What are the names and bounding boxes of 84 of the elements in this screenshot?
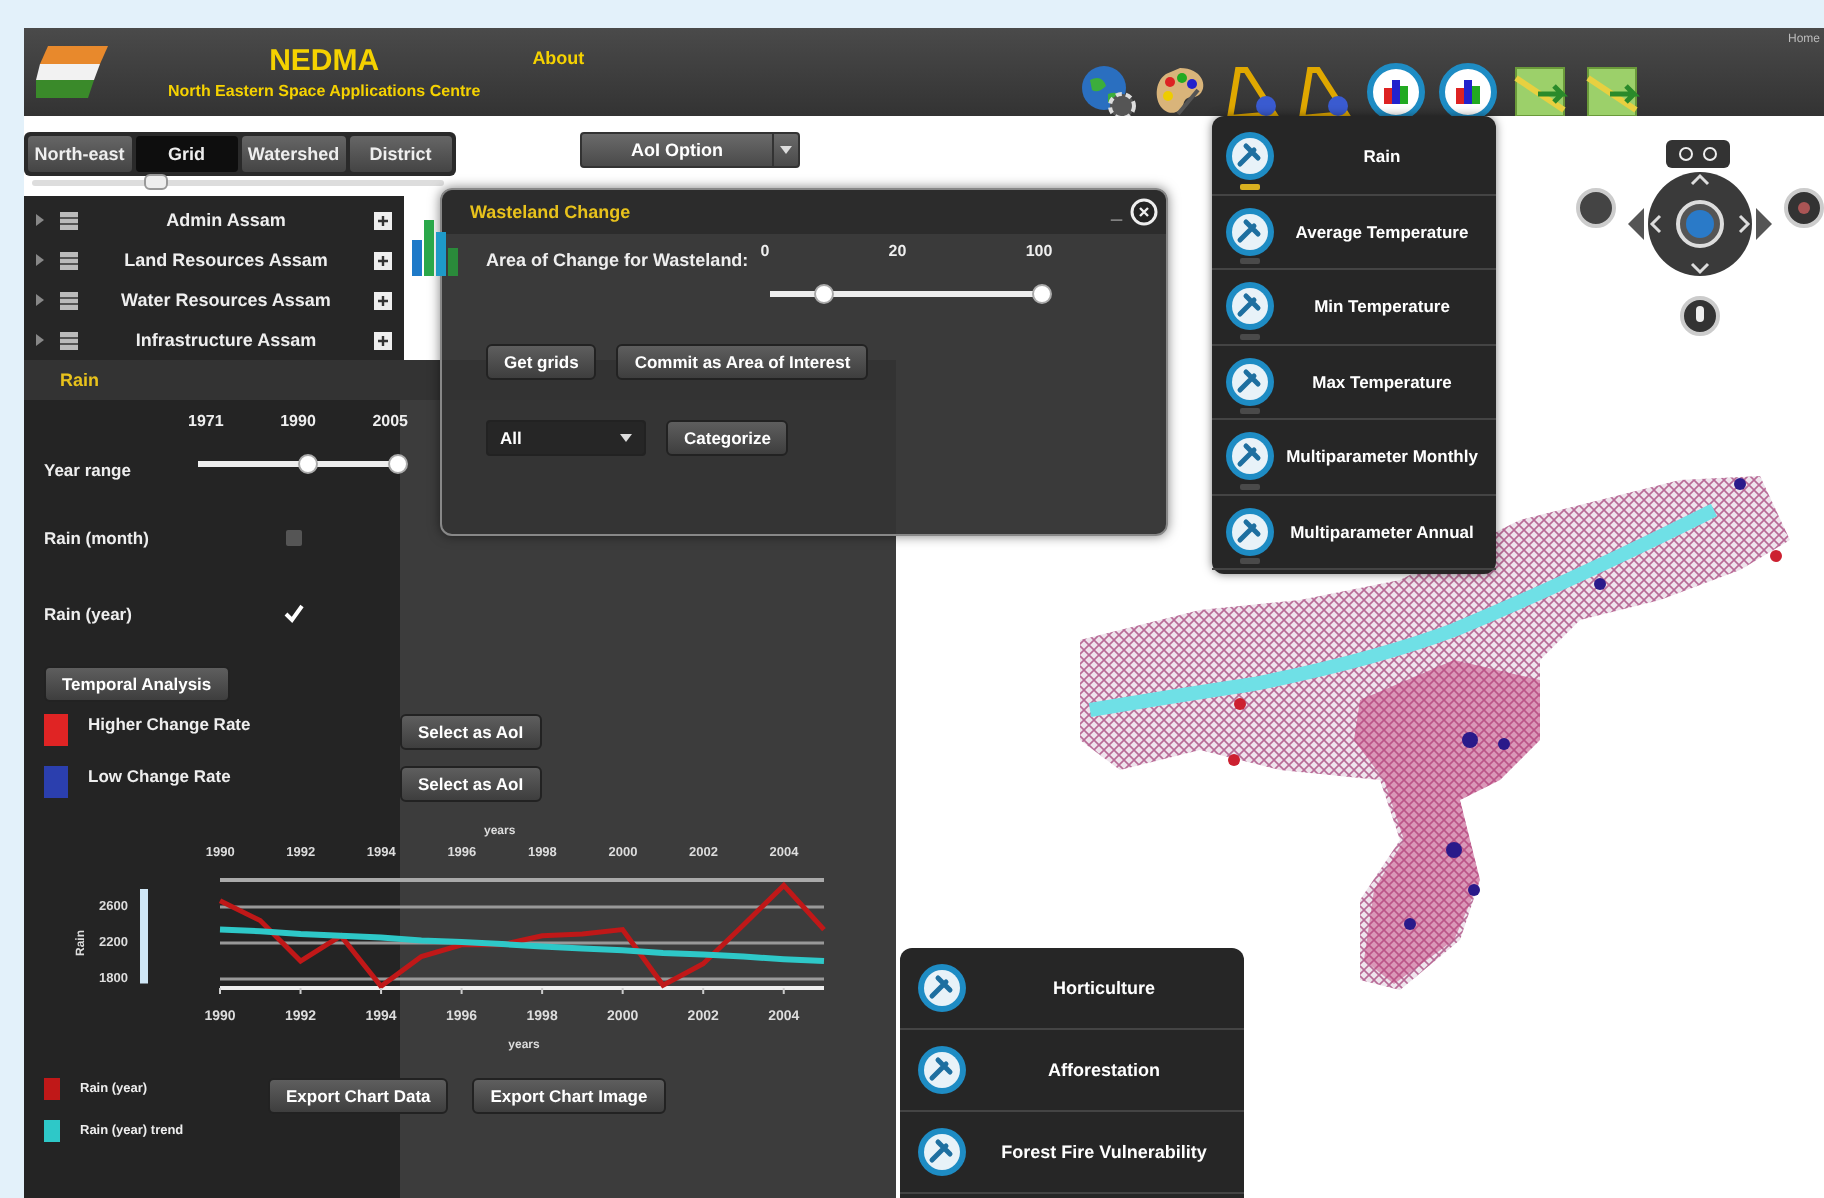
slider-tick-label: 1990 <box>280 412 316 430</box>
select-aoi-button[interactable]: Select as AoI <box>400 714 542 750</box>
layer-tab[interactable]: Watershed <box>242 136 345 172</box>
layer-tab[interactable]: North-east <box>28 136 131 172</box>
add-icon[interactable] <box>374 211 392 229</box>
menu-item[interactable]: Afforestation <box>900 1030 1244 1112</box>
app-title: NEDMA <box>269 44 380 78</box>
slider-thumb[interactable] <box>388 454 408 474</box>
caret-icon <box>620 434 632 442</box>
app-subtitle: North Eastern Space Applications Centre <box>168 82 481 100</box>
panel-title: Rain <box>60 370 102 390</box>
layer-label[interactable]: Infrastructure Assam <box>94 330 358 350</box>
tool-circle-icon <box>916 962 968 1014</box>
add-icon[interactable] <box>374 251 392 269</box>
temporal-analysis-button[interactable]: Temporal Analysis <box>44 666 230 702</box>
checkbox[interactable] <box>280 524 308 552</box>
map-icon <box>1509 62 1570 122</box>
slider-thumb[interactable] <box>143 174 168 190</box>
tab-slider[interactable] <box>32 180 444 186</box>
about-link[interactable]: About <box>532 48 585 68</box>
layer-label[interactable]: Land Resources Assam <box>94 250 358 270</box>
minimize-button[interactable]: _ <box>1102 201 1130 223</box>
menu-item[interactable]: Min Temperature <box>1212 270 1496 345</box>
slider-thumb[interactable] <box>1032 284 1053 304</box>
export-button[interactable]: Export Chart Data <box>268 1078 449 1114</box>
slider-thumb[interactable] <box>298 454 318 474</box>
slider-tick-label: 2005 <box>372 412 408 430</box>
menu-item[interactable]: Rain <box>1212 120 1496 195</box>
option-label: Rain (year) <box>44 604 134 624</box>
tool-circle-icon <box>1224 280 1276 333</box>
action-button[interactable]: Get grids <box>486 344 597 380</box>
window-title: Wasteland Change <box>470 202 633 222</box>
bar-chart-icon <box>1437 62 1498 122</box>
tool-circle-icon <box>916 1044 968 1096</box>
checkbox[interactable] <box>280 600 308 628</box>
aoi-option-dropdown[interactable]: AoI Option <box>580 132 800 168</box>
expand-arrow-icon[interactable] <box>36 214 44 226</box>
tool-circle-icon <box>1224 430 1276 483</box>
slider-tick-label: 100 <box>1025 242 1053 260</box>
layer-tab[interactable]: Grid <box>135 136 238 172</box>
table-icon <box>60 251 78 269</box>
tool-circle-icon <box>1224 505 1276 558</box>
menu-item[interactable]: Average Temperature <box>1212 195 1496 270</box>
field-label: Area of Change for Wasteland: <box>486 250 749 270</box>
export-button[interactable]: Export Chart Image <box>472 1078 666 1114</box>
table-icon <box>60 331 78 349</box>
layer-label[interactable]: Water Resources Assam <box>94 290 358 310</box>
layer-tab[interactable]: District <box>349 136 452 172</box>
ruler-icon <box>1293 62 1354 122</box>
map-icon <box>1581 62 1642 122</box>
layer-label[interactable]: Admin Assam <box>94 210 358 230</box>
flag-icon <box>36 46 108 98</box>
add-icon[interactable] <box>374 331 392 349</box>
select-aoi-button[interactable]: Select as AoI <box>400 766 542 802</box>
bar-chart-icon <box>1365 62 1426 122</box>
menu-item[interactable]: Max Temperature <box>1212 345 1496 420</box>
tool-circle-icon <box>1224 355 1276 408</box>
close-icon[interactable] <box>1130 198 1158 226</box>
categorize-button[interactable]: Categorize <box>666 420 789 456</box>
table-icon <box>60 211 78 229</box>
tool-circle-icon <box>1224 205 1276 258</box>
slider-tick-label: 20 <box>888 242 907 260</box>
caret-icon <box>780 146 792 154</box>
tool-circle-icon <box>916 1126 968 1178</box>
ruler-icon <box>1221 62 1282 122</box>
menu-item[interactable]: Horticulture <box>900 948 1244 1030</box>
legend-label: Low Change Rate <box>88 766 233 786</box>
menu-item[interactable]: Forest Fire Vulnerability <box>900 1112 1244 1194</box>
slider-tick-label: 0 <box>760 242 770 260</box>
action-button[interactable]: Commit as Area of Interest <box>616 344 869 380</box>
table-icon <box>60 291 78 309</box>
legend-label: Higher Change Rate <box>88 714 253 734</box>
option-label: Rain (month) <box>44 528 151 548</box>
expand-arrow-icon[interactable] <box>36 254 44 266</box>
slider-tick-label: 1971 <box>188 412 224 430</box>
menu-item[interactable]: Multiparameter Monthly <box>1212 420 1496 495</box>
expand-arrow-icon[interactable] <box>36 294 44 306</box>
tool-circle-icon <box>1224 130 1276 183</box>
category-dropdown[interactable]: All <box>486 420 646 456</box>
field-label: Year range <box>44 460 133 480</box>
add-icon[interactable] <box>374 291 392 309</box>
menu-item[interactable]: Multiparameter Annual <box>1212 495 1496 570</box>
slider-thumb[interactable] <box>814 284 835 304</box>
expand-arrow-icon[interactable] <box>36 334 44 346</box>
